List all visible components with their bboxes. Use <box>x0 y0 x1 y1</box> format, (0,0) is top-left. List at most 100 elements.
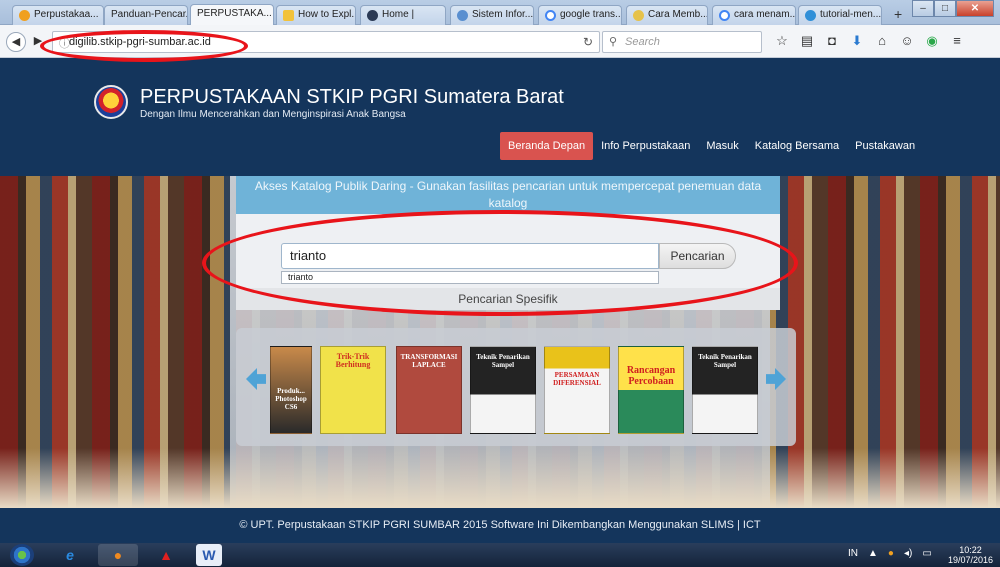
google-icon <box>719 10 730 21</box>
firefox-icon[interactable]: ● <box>98 544 138 566</box>
menu-katalog-bersama[interactable]: Katalog Bersama <box>747 132 847 160</box>
main-menu: Beranda Depan Info Perpustakaan Masuk Ka… <box>500 132 923 160</box>
book-cover[interactable]: Trik-Trik Berhitung <box>320 346 386 434</box>
autocomplete-suggestion[interactable]: trianto <box>281 271 659 284</box>
specific-search-link[interactable]: Pencarian Spesifik <box>236 288 780 310</box>
tab-panduan[interactable]: Panduan-Pencar... <box>104 5 188 25</box>
book-title: Rancangan Percobaan <box>626 365 676 387</box>
url-text: digilib.stkip-pgri-sumbar.ac.id <box>69 36 211 48</box>
tab-google-translate[interactable]: google trans... <box>538 5 622 25</box>
wordpress-icon <box>805 10 816 21</box>
site-header: PERPUSTAKAAN STKIP PGRI Sumatera Barat D… <box>0 58 1000 176</box>
tab-perpustakaan[interactable]: Perpustakaa... <box>12 5 104 25</box>
tab-how-to[interactable]: How to Expl... <box>276 5 356 25</box>
tab-cara-memb[interactable]: Cara Memb... <box>626 5 708 25</box>
book-title: Produk... Photoshop CS6 <box>275 387 307 411</box>
site-icon <box>457 10 468 21</box>
maximize-icon[interactable]: □ <box>934 0 956 17</box>
menu-pustakawan[interactable]: Pustakawan <box>847 132 923 160</box>
close-window-icon[interactable]: ✕ <box>956 0 994 17</box>
book-title: Trik-Trik Berhitung <box>335 352 371 369</box>
tab-label: cara menam... <box>734 9 796 20</box>
window-controls: – □ ✕ <box>912 0 994 17</box>
windows-taskbar: e ● ▲ W IN ▲ ● ◂) ▭ 10:22 19/07/2016 <box>0 543 1000 567</box>
tab-label: Panduan-Pencar... <box>111 9 188 20</box>
toolbar-icons: ☆ ▤ ◘ ⬇ ⌂ ☺ ◉ ≡ <box>774 33 965 49</box>
tab-cara-menam[interactable]: cara menam... <box>712 5 796 25</box>
tab-tutorial[interactable]: tutorial-men... <box>798 5 882 25</box>
tab-perpustakaan-active[interactable]: PERPUSTAKA...✕ <box>190 4 274 25</box>
home-icon[interactable]: ⌂ <box>874 33 890 49</box>
book-cover[interactable]: Rancangan Percobaan <box>618 346 684 434</box>
book-cover[interactable]: TRANSFORMASI LAPLACE <box>396 346 462 434</box>
book-title: Teknik Penarikan Sampel <box>698 353 752 369</box>
search-button[interactable]: Pencarian <box>659 243 736 269</box>
menu-info-perpustakaan[interactable]: Info Perpustakaan <box>593 132 698 160</box>
book-title: Teknik Penarikan Sampel <box>476 353 530 369</box>
site-icon <box>633 10 644 21</box>
system-tray: IN ▲ ● ◂) ▭ <box>848 548 932 559</box>
carousel-next-icon[interactable] <box>766 368 786 390</box>
search-input[interactable]: trianto <box>281 243 659 269</box>
clock-date: 19/07/2016 <box>948 555 994 565</box>
site-title[interactable]: PERPUSTAKAAN STKIP PGRI Sumatera Barat <box>140 86 564 109</box>
tab-label: Perpustakaa... <box>34 9 99 20</box>
search-box[interactable]: ⚲ Search <box>602 31 762 53</box>
volume-icon[interactable]: ◂) <box>904 548 912 559</box>
forward-icon[interactable]: ▶ <box>28 32 48 52</box>
tab-home[interactable]: Home | <box>360 5 446 25</box>
address-bar[interactable]: ⓘ digilib.stkip-pgri-sumbar.ac.id ↻ <box>52 31 600 53</box>
bookmark-star-icon[interactable]: ☆ <box>774 33 790 49</box>
book-title: PERSAMAAN DIFERENSIAL <box>553 371 601 387</box>
tab-label: PERPUSTAKA... <box>197 8 272 19</box>
acrobat-icon[interactable]: ▲ <box>146 544 186 566</box>
download-icon[interactable]: ⬇ <box>849 33 865 49</box>
tab-label: How to Expl... <box>298 9 356 20</box>
network-icon[interactable]: ▭ <box>922 548 931 559</box>
carousel-prev-icon[interactable] <box>246 368 266 390</box>
language-indicator[interactable]: IN <box>848 548 858 559</box>
tab-sistem-informasi[interactable]: Sistem Infor... <box>450 5 534 25</box>
tab-label: Home | <box>382 9 415 20</box>
site-footer: © UPT. Perpustakaan STKIP PGRI SUMBAR 20… <box>0 508 1000 543</box>
tab-label: Sistem Infor... <box>472 9 534 20</box>
tab-label: Cara Memb... <box>648 9 708 20</box>
minimize-icon[interactable]: – <box>912 0 934 17</box>
back-icon[interactable]: ◀ <box>6 32 26 52</box>
internet-explorer-icon[interactable]: e <box>50 544 90 566</box>
word-icon[interactable]: W <box>196 544 222 566</box>
book-cover[interactable]: Teknik Penarikan Sampel <box>470 346 536 434</box>
search-body: trianto Pencarian trianto <box>236 214 780 288</box>
book-cover[interactable]: Produk... Photoshop CS6 <box>270 346 312 434</box>
book-cover[interactable]: Teknik Penarikan Sampel <box>692 346 758 434</box>
search-placeholder: Search <box>625 36 660 48</box>
search-panel: Akses Katalog Publik Daring - Gunakan fa… <box>236 176 780 310</box>
site-tagline: Dengan Ilmu Mencerahkan dan Menginspiras… <box>140 109 406 120</box>
browser-navbar: ◀ ▶ ⓘ digilib.stkip-pgri-sumbar.ac.id ↻ … <box>0 25 1000 58</box>
browser-tab-strip: Perpustakaa... Panduan-Pencar... PERPUST… <box>0 0 1000 25</box>
bookmarks-list-icon[interactable]: ▤ <box>799 33 815 49</box>
search-icon: ⚲ <box>609 36 618 48</box>
extension-icon[interactable]: ◉ <box>924 33 940 49</box>
book-title: TRANSFORMASI LAPLACE <box>400 353 458 369</box>
menu-masuk[interactable]: Masuk <box>698 132 746 160</box>
book-carousel: Produk... Photoshop CS6 Trik-Trik Berhit… <box>236 328 796 446</box>
clock[interactable]: 10:22 19/07/2016 <box>948 545 993 565</box>
start-button-icon[interactable] <box>10 544 34 566</box>
tray-app-icon[interactable]: ● <box>888 548 894 559</box>
menu-beranda-depan[interactable]: Beranda Depan <box>500 132 594 160</box>
site-icon <box>367 10 378 21</box>
pocket-icon[interactable]: ◘ <box>824 33 840 49</box>
open-book-backdrop <box>0 448 1000 508</box>
chat-icon[interactable]: ☺ <box>899 33 915 49</box>
google-icon <box>545 10 556 21</box>
site-icon <box>19 10 30 21</box>
new-tab-button[interactable]: + <box>894 6 902 22</box>
tray-arrow-icon[interactable]: ▲ <box>868 548 878 559</box>
book-cover[interactable]: PERSAMAAN DIFERENSIAL <box>544 346 610 434</box>
reload-icon[interactable]: ↻ <box>583 35 593 49</box>
tab-label: google trans... <box>560 9 622 20</box>
clock-time: 10:22 <box>959 545 982 555</box>
library-logo[interactable] <box>94 85 128 119</box>
menu-icon[interactable]: ≡ <box>949 33 965 49</box>
